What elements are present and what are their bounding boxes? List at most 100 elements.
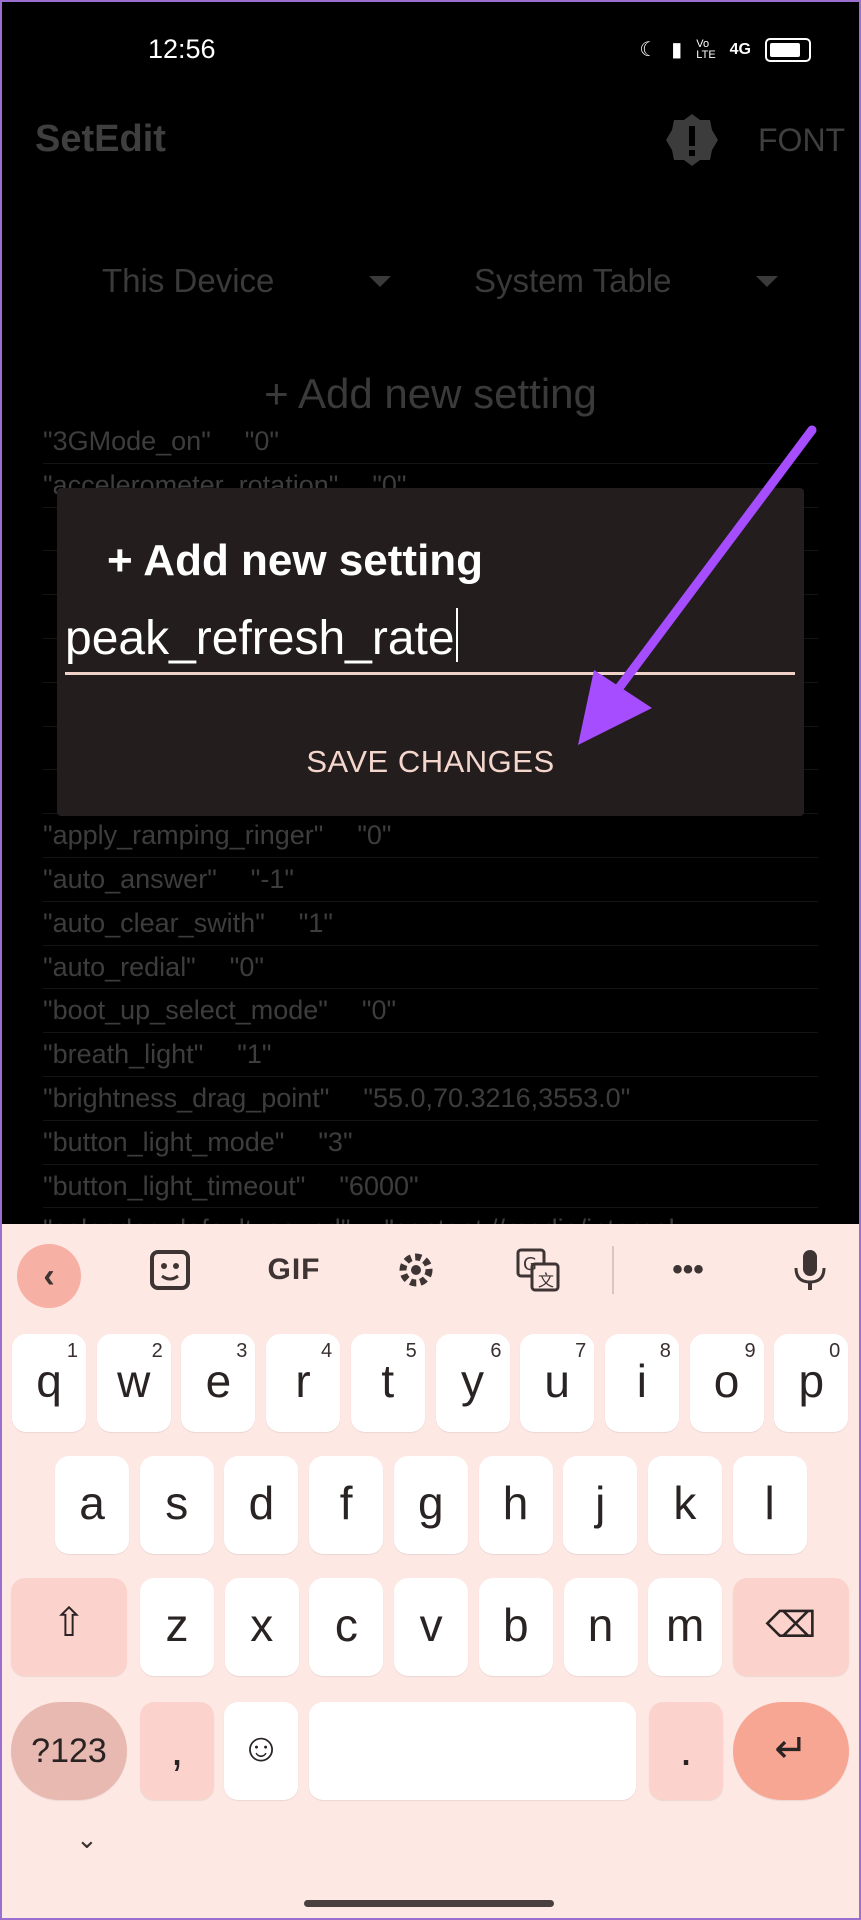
back-icon[interactable]: ‹	[17, 1244, 81, 1308]
hide-keyboard-icon[interactable]: ⌄	[76, 1824, 98, 1855]
setting-key: "auto_answer"	[43, 863, 217, 894]
setting-key: "auto_redial"	[43, 951, 196, 982]
key-h[interactable]: h	[478, 1456, 553, 1554]
setting-key: "button_light_mode"	[43, 1126, 285, 1157]
sticker-icon[interactable]	[146, 1246, 194, 1294]
toolbar-divider	[612, 1246, 614, 1294]
shift-icon: ⇧	[52, 1601, 86, 1645]
app-title: SetEdit	[35, 118, 166, 160]
key-g[interactable]: g	[393, 1456, 468, 1554]
key-x[interactable]: x	[224, 1578, 299, 1676]
setting-value: "55.0,70.3216,3553.0"	[363, 1082, 631, 1113]
key-l[interactable]: l	[732, 1456, 807, 1554]
setting-name-value: peak_refresh_rate	[65, 612, 455, 665]
status-time: 12:56	[148, 34, 216, 64]
save-changes-button[interactable]: SAVE CHANGES	[57, 744, 804, 780]
setting-key: "breath_light"	[43, 1039, 204, 1070]
key-p[interactable]: p0	[774, 1334, 849, 1432]
text-caret	[455, 608, 458, 662]
key-m[interactable]: m	[648, 1578, 723, 1676]
keyboard-toolbar: ‹ GIF G 文 •••	[0, 1224, 861, 1314]
symbols-key[interactable]: ?123	[11, 1702, 127, 1800]
setting-value: "6000"	[339, 1170, 419, 1201]
key-o[interactable]: o9	[689, 1334, 764, 1432]
warning-icon[interactable]	[664, 112, 720, 168]
setting-key: "auto_clear_swith"	[43, 907, 265, 938]
key-u[interactable]: u7	[520, 1334, 595, 1432]
setting-name-input[interactable]: peak_refresh_rate	[65, 608, 795, 675]
setting-row[interactable]: "button_light_mode" "3"	[43, 1121, 818, 1165]
key-b[interactable]: b	[478, 1578, 553, 1676]
chevron-down-icon	[756, 276, 778, 287]
key-j[interactable]: j	[563, 1456, 638, 1554]
key-v[interactable]: v	[394, 1578, 469, 1676]
status-bar: 12:56 ☾ ▮ Vo LTE 4G	[0, 0, 861, 104]
microphone-icon[interactable]	[786, 1246, 834, 1294]
setting-value: "-1"	[250, 863, 294, 894]
key-s[interactable]: s	[139, 1456, 214, 1554]
key-f[interactable]: f	[309, 1456, 384, 1554]
key-a[interactable]: a	[55, 1456, 129, 1554]
key-e[interactable]: e3	[181, 1334, 256, 1432]
setting-row[interactable]: "boot_up_select_mode" "0"	[43, 989, 818, 1034]
emoji-key[interactable]: ☺	[224, 1702, 298, 1800]
key-z[interactable]: z	[140, 1578, 214, 1676]
enter-icon: ↵	[774, 1727, 808, 1771]
home-indicator[interactable]	[304, 1900, 554, 1907]
key-i[interactable]: i8	[604, 1334, 679, 1432]
key-d[interactable]: d	[224, 1456, 299, 1554]
add-setting-button[interactable]: + Add new setting	[0, 370, 861, 418]
keyboard: ‹ GIF G 文 ••• q1w2e3r4t5y6u7i8o9p0 asdfgh…	[0, 1224, 861, 1920]
translate-icon[interactable]: G 文	[514, 1246, 562, 1294]
table-dropdown[interactable]: System Table	[474, 262, 671, 300]
setting-row[interactable]: "3GMode_on" "0"	[43, 420, 818, 464]
setting-row[interactable]: "auto_answer" "-1"	[43, 858, 818, 902]
setting-value: "0"	[357, 820, 392, 851]
font-button[interactable]: FONT	[758, 122, 845, 159]
svg-text:文: 文	[538, 1271, 554, 1290]
space-key[interactable]	[309, 1702, 636, 1800]
volte-icon: Vo LTE	[696, 38, 716, 61]
setting-row[interactable]: "auto_redial" "0"	[43, 946, 818, 990]
gif-button[interactable]: GIF	[262, 1246, 326, 1294]
setting-key: "3GMode_on"	[43, 426, 211, 456]
setting-row[interactable]: "brightness_drag_point" "55.0,70.3216,355…	[43, 1077, 818, 1121]
setting-key: "apply_ramping_ringer"	[43, 820, 324, 851]
enter-key[interactable]: ↵	[733, 1702, 849, 1800]
status-icons: ☾ ▮ Vo LTE 4G	[639, 38, 811, 62]
setting-key: "brightness_drag_point"	[43, 1082, 330, 1113]
settings-gear-icon[interactable]	[392, 1246, 440, 1294]
key-r[interactable]: r4	[266, 1334, 341, 1432]
period-key[interactable]: .	[649, 1702, 723, 1800]
setting-row[interactable]: "auto_clear_swith" "1"	[43, 902, 818, 946]
setting-row[interactable]: "breath_light" "1"	[43, 1033, 818, 1077]
setting-key: "button_light_timeout"	[43, 1170, 306, 1201]
setting-value: "0"	[229, 951, 264, 982]
setting-value: "0"	[244, 426, 279, 456]
key-n[interactable]: n	[563, 1578, 638, 1676]
setting-value: "1"	[237, 1039, 272, 1070]
dialog-title: + Add new setting	[107, 536, 484, 585]
battery-icon	[765, 38, 811, 62]
shift-key[interactable]: ⇧	[11, 1578, 127, 1676]
network-label: 4G	[729, 41, 751, 58]
svg-text:G: G	[523, 1254, 537, 1275]
key-y[interactable]: y6	[435, 1334, 510, 1432]
setting-value: "0"	[361, 995, 397, 1026]
chevron-down-icon	[369, 276, 391, 287]
key-w[interactable]: w2	[96, 1334, 171, 1432]
key-k[interactable]: k	[647, 1456, 722, 1554]
key-q[interactable]: q1	[12, 1334, 86, 1432]
more-icon[interactable]: •••	[664, 1246, 712, 1294]
setting-value: "1"	[298, 907, 333, 938]
device-dropdown[interactable]: This Device	[102, 262, 274, 300]
comma-key[interactable]: ,	[140, 1702, 214, 1800]
key-c[interactable]: c	[309, 1578, 384, 1676]
backspace-icon: ⌫	[765, 1604, 817, 1645]
setting-row[interactable]: "button_light_timeout" "6000"	[43, 1165, 818, 1209]
setting-row[interactable]: "apply_ramping_ringer" "0"	[43, 814, 818, 858]
moon-icon: ☾	[639, 39, 658, 61]
setting-value: "3"	[318, 1126, 353, 1157]
key-t[interactable]: t5	[350, 1334, 425, 1432]
backspace-key[interactable]: ⌫	[733, 1578, 849, 1676]
